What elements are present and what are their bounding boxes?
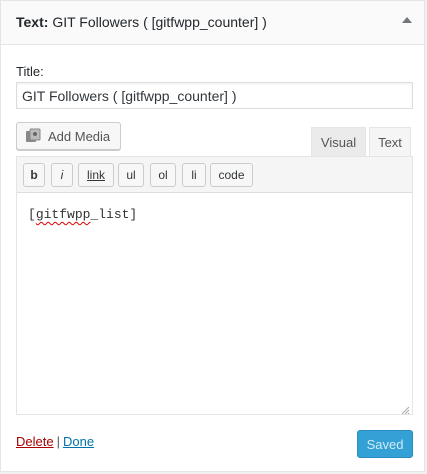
widget-type-label: Text (16, 14, 44, 30)
resize-handle-icon[interactable] (401, 403, 410, 415)
link-button[interactable]: link (78, 163, 114, 187)
media-icon (25, 128, 41, 144)
unordered-list-button[interactable]: ul (118, 163, 144, 187)
quicktags-toolbar: b i link ul ol li code (17, 157, 412, 193)
add-media-label: Add Media (48, 128, 111, 144)
ordered-list-button[interactable]: ol (150, 163, 176, 187)
tab-visual[interactable]: Visual (311, 127, 366, 156)
content-rest: _list] (90, 207, 138, 222)
italic-button[interactable]: i (51, 163, 73, 187)
editor-textarea[interactable]: [gitfwpp_list] (17, 193, 412, 414)
misspelled-word: gitfwpp (35, 207, 91, 222)
title-label: Title: (16, 64, 44, 79)
widget-header[interactable]: Text: GIT Followers ( [gitfwpp_counter] … (1, 1, 424, 45)
link-separator: | (56, 434, 60, 449)
widget-title: Text: GIT Followers ( [gitfwpp_counter] … (16, 14, 267, 30)
bold-button[interactable]: b (23, 163, 45, 187)
widget-instance-title: GIT Followers ( [gitfwpp_counter] ) (52, 14, 267, 30)
text-widget: Text: GIT Followers ( [gitfwpp_counter] … (0, 0, 425, 472)
widget-title-separator: : (43, 14, 49, 30)
done-link[interactable]: Done (63, 434, 94, 449)
widget-control-actions: Delete | Done (16, 434, 94, 449)
tab-text[interactable]: Text (369, 127, 411, 157)
saved-button[interactable]: Saved (357, 430, 413, 458)
title-input[interactable] (16, 82, 413, 109)
content-open-bracket: [ (28, 207, 36, 222)
delete-link[interactable]: Delete (16, 434, 54, 449)
list-item-button[interactable]: li (182, 163, 206, 187)
add-media-button[interactable]: Add Media (16, 122, 122, 150)
arrow-up-icon[interactable] (402, 17, 412, 23)
text-editor: b i link ul ol li code [gitfwpp_list] (16, 156, 413, 415)
code-button[interactable]: code (210, 163, 253, 187)
